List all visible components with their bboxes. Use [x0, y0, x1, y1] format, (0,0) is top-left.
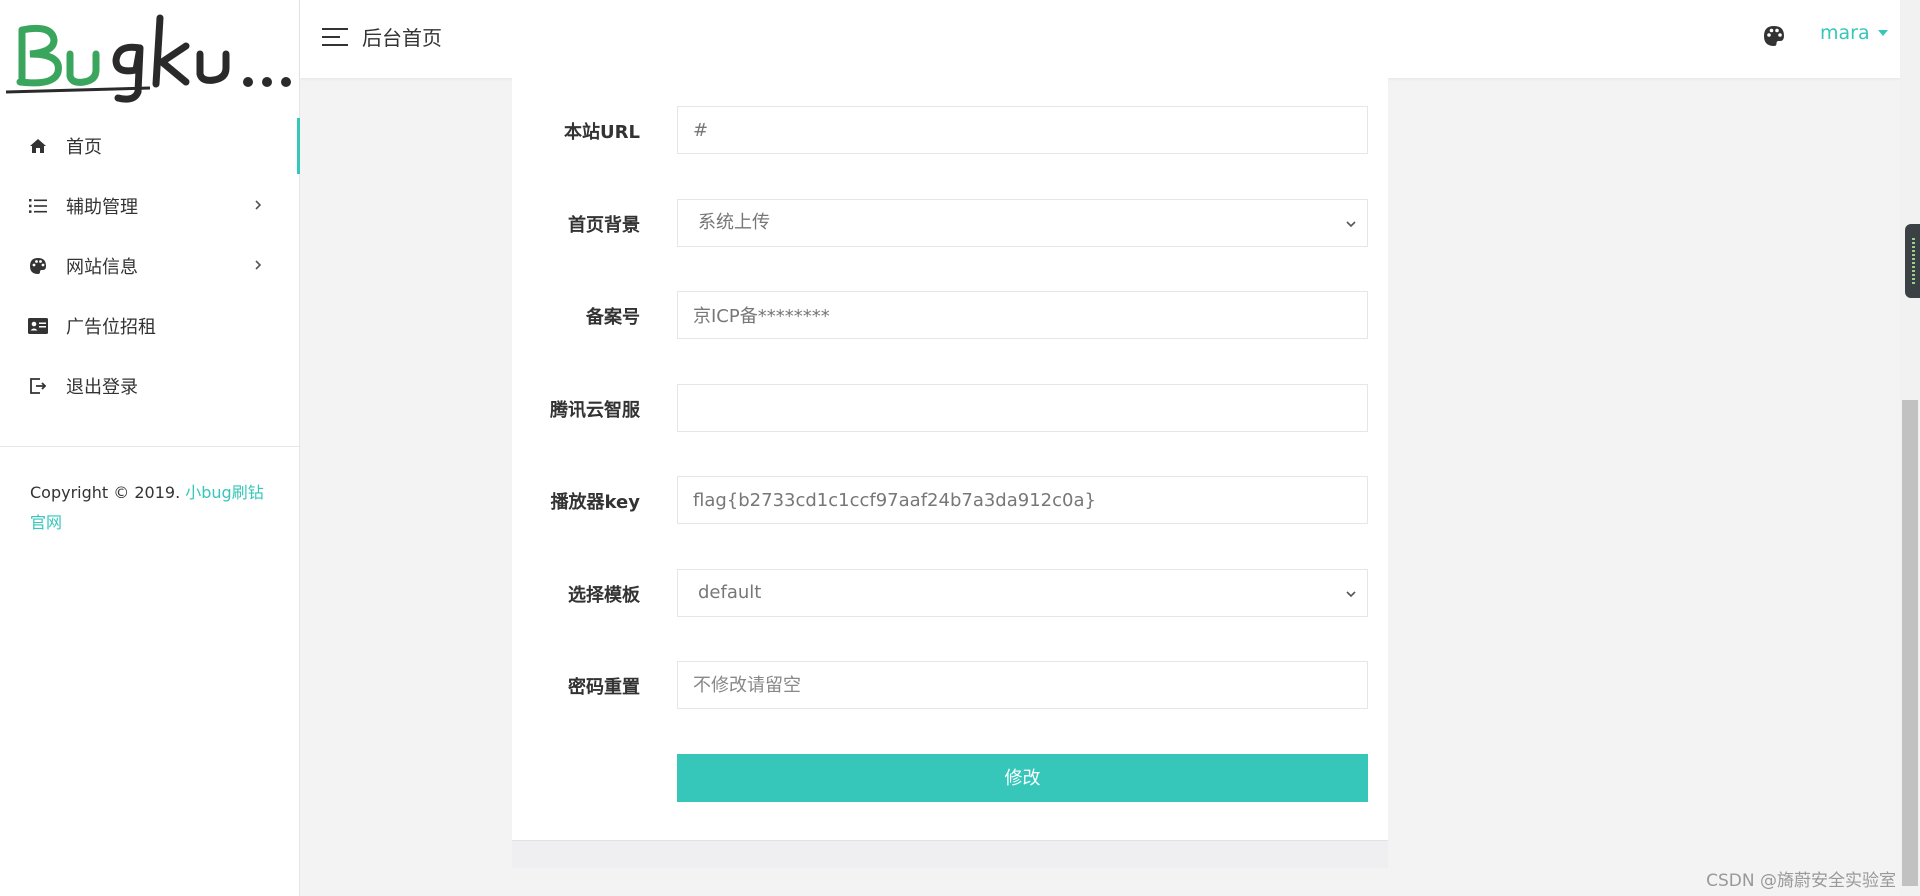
chevron-down-icon: [1346, 221, 1356, 228]
side-widget-indicator: [1912, 238, 1915, 284]
logout-icon: [28, 376, 48, 396]
sidebar-item-home[interactable]: 首页: [0, 118, 300, 174]
sidebar-item-site-info[interactable]: 网站信息: [0, 238, 300, 294]
sidebar-item-label: 首页: [66, 137, 102, 158]
chevron-right-icon: [255, 260, 262, 270]
card-footer: [512, 840, 1388, 868]
tencent-service-input[interactable]: [677, 384, 1368, 432]
logo[interactable]: [0, 0, 300, 116]
template-selected: default: [698, 582, 762, 603]
copyright-text: Copyright © 2019.: [30, 483, 186, 502]
password-reset-label: 密码重置: [568, 677, 640, 698]
icp-label-wrap: 备案号: [512, 291, 640, 339]
bugku-logo-icon: [5, 14, 291, 103]
chevron-right-icon: [255, 200, 262, 210]
player-key-label: 播放器key: [550, 492, 640, 513]
watermark: CSDN @旖蔚安全实验室: [1706, 871, 1896, 891]
player-key-input[interactable]: [677, 476, 1368, 524]
page-title: 后台首页: [362, 26, 442, 50]
site-url-label: 本站URL: [564, 122, 640, 143]
template-label: 选择模板: [568, 585, 640, 606]
homepage-bg-selected: 系统上传: [698, 212, 770, 233]
sidebar-item-ad-rental[interactable]: 广告位招租: [0, 298, 300, 354]
settings-form-card: [512, 78, 1388, 840]
theme-palette-icon[interactable]: [1762, 24, 1786, 48]
homepage-bg-label: 首页背景: [568, 215, 640, 236]
chevron-down-icon: [1346, 591, 1356, 598]
sidebar-item-label: 辅助管理: [66, 197, 138, 218]
sidebar-item-logout[interactable]: 退出登录: [0, 358, 300, 414]
password-reset-label-wrap: 密码重置: [512, 661, 640, 709]
header: 后台首页 mara: [300, 0, 1900, 78]
sidebar-item-label: 网站信息: [66, 257, 138, 278]
sidebar: 首页 辅助管理 网站信息 广告位招租 退出登录 Copyright © 2019…: [0, 0, 300, 896]
palette-icon: [28, 256, 48, 276]
template-label-wrap: 选择模板: [512, 569, 640, 617]
homepage-bg-select[interactable]: 系统上传: [677, 199, 1368, 247]
user-menu[interactable]: mara: [1820, 22, 1888, 44]
submit-button[interactable]: 修改: [677, 754, 1368, 802]
tencent-service-label: 腾讯云智服: [550, 400, 640, 421]
home-icon: [28, 136, 48, 156]
tencent-service-label-wrap: 腾讯云智服: [512, 384, 640, 432]
player-key-label-wrap: 播放器key: [512, 476, 640, 524]
password-reset-input[interactable]: [677, 661, 1368, 709]
sidebar-divider: [0, 446, 300, 447]
icp-input[interactable]: [677, 291, 1368, 339]
username: mara: [1820, 22, 1870, 44]
site-url-label-wrap: 本站URL: [512, 106, 640, 154]
scrollbar-thumb[interactable]: [1902, 400, 1918, 886]
homepage-bg-label-wrap: 首页背景: [512, 199, 640, 247]
icp-label: 备案号: [586, 307, 640, 328]
copyright: Copyright © 2019. 小bug刷钻官网: [30, 478, 270, 538]
site-url-input[interactable]: [677, 106, 1368, 154]
menu-toggle-icon[interactable]: [322, 24, 348, 50]
caret-down-icon: [1877, 30, 1888, 36]
template-select[interactable]: default: [677, 569, 1368, 617]
sidebar-item-label: 退出登录: [66, 377, 138, 398]
list-icon: [28, 196, 48, 216]
sidebar-item-aux-management[interactable]: 辅助管理: [0, 178, 300, 234]
sidebar-item-label: 广告位招租: [66, 317, 156, 338]
id-card-icon: [28, 316, 48, 336]
